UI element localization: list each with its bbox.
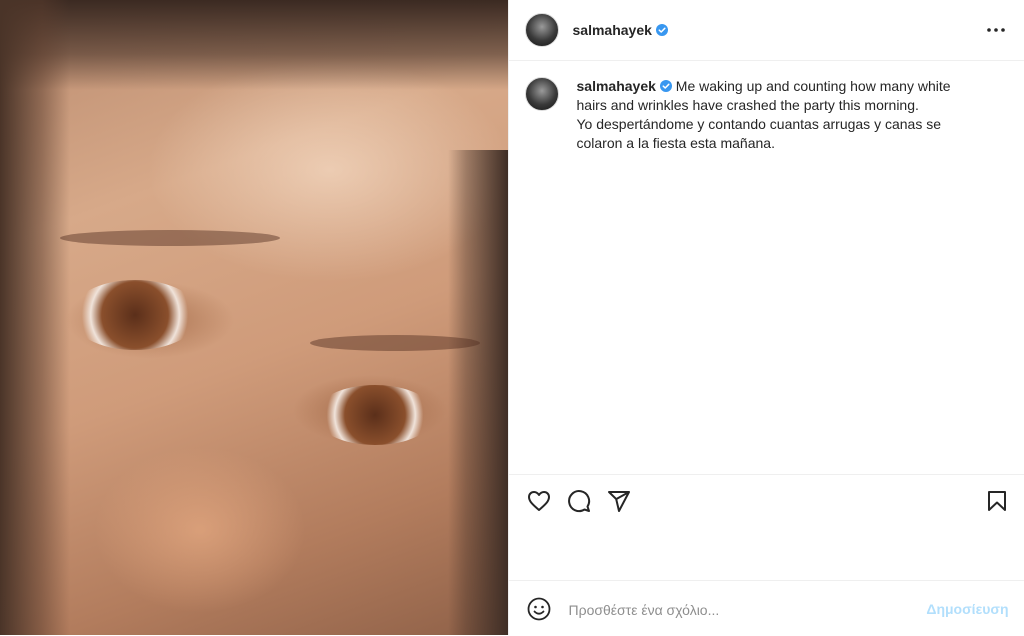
- photo-brow-left: [60, 230, 280, 246]
- verified-badge-icon: [656, 24, 668, 36]
- comment-input[interactable]: [567, 595, 911, 625]
- post-caption: salmahayek Me waking up and counting how…: [509, 61, 1024, 169]
- heart-icon[interactable]: [527, 489, 551, 513]
- post-comment-button[interactable]: Δημοσίευση: [926, 601, 1008, 617]
- photo-hair-left: [0, 0, 70, 635]
- photo-hair-top: [0, 0, 508, 90]
- photo-hair-right: [448, 150, 508, 635]
- caption-text: salmahayek Me waking up and counting how…: [577, 77, 977, 153]
- photo-eye-left: [70, 280, 200, 350]
- header-username[interactable]: salmahayek: [573, 22, 652, 38]
- caption-avatar[interactable]: [525, 77, 559, 111]
- caption-line-2: hairs and wrinkles have crashed the part…: [577, 96, 977, 115]
- comment-bar: Δημοσίευση: [509, 580, 1024, 636]
- post-actions-bar: [509, 474, 1024, 527]
- instagram-post-view: salmahayek salmahayek Me waking up and c…: [0, 0, 1024, 635]
- caption-line-1: Me waking up and counting how many white: [676, 78, 951, 94]
- share-icon[interactable]: [607, 489, 631, 513]
- bookmark-icon[interactable]: [985, 489, 1009, 513]
- comment-icon[interactable]: [567, 489, 591, 513]
- verified-badge-icon: [660, 80, 672, 92]
- post-header: salmahayek: [509, 0, 1024, 61]
- emoji-icon[interactable]: [527, 597, 551, 621]
- more-options-icon[interactable]: [984, 18, 1008, 42]
- post-image[interactable]: [0, 0, 508, 635]
- avatar[interactable]: [525, 13, 559, 47]
- photo-eye-right: [315, 385, 435, 445]
- photo-brow-right: [310, 335, 480, 351]
- caption-line-3: Yo despertándome y contando cuantas arru…: [577, 115, 977, 134]
- post-side-panel: salmahayek salmahayek Me waking up and c…: [508, 0, 1024, 635]
- caption-line-4: colaron a la fiesta esta mañana.: [577, 134, 977, 153]
- caption-username[interactable]: salmahayek: [577, 78, 656, 94]
